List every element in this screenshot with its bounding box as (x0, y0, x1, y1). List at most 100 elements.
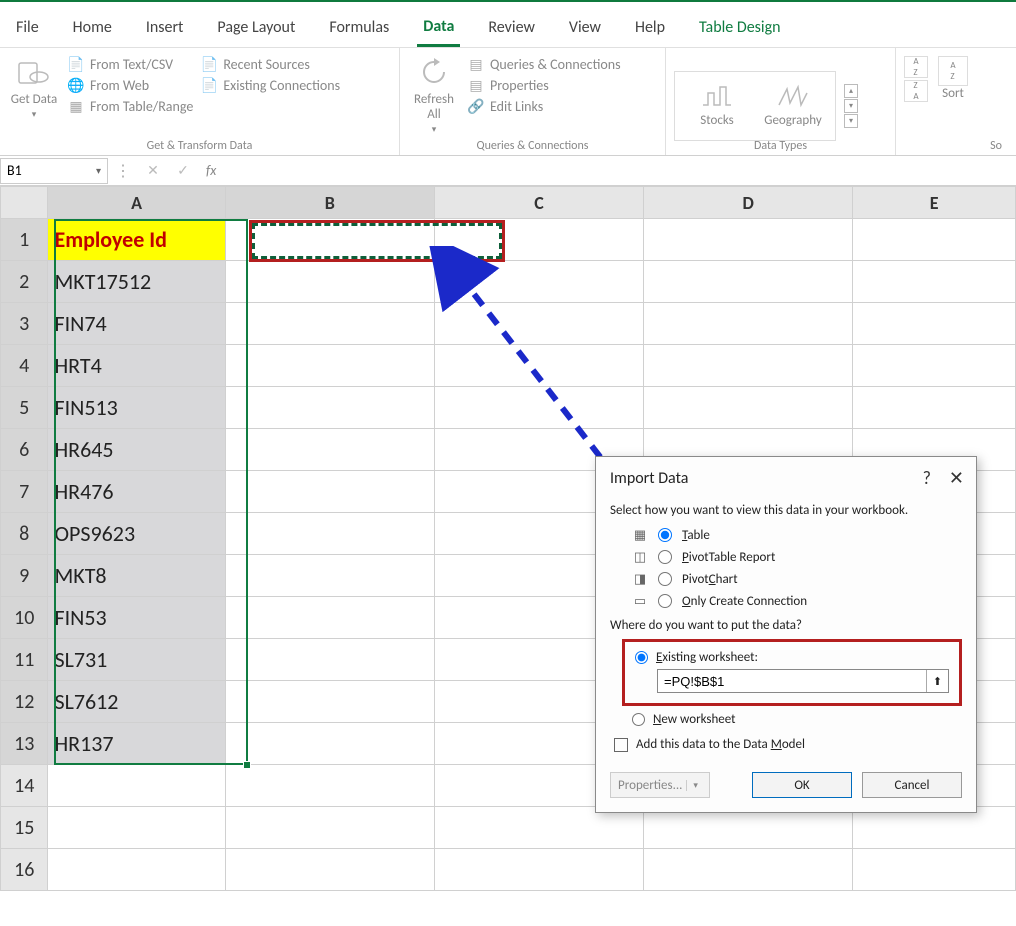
data-types-down[interactable]: ▾ (844, 99, 858, 113)
stocks-icon (700, 83, 734, 109)
radio-pivotchart[interactable] (658, 572, 672, 586)
properties-dialog-button[interactable]: Properties...▾ (610, 772, 710, 798)
radio-pivottable[interactable] (658, 550, 672, 564)
cell-B2[interactable] (225, 261, 434, 303)
cell-A4[interactable]: HRT4 (48, 345, 225, 387)
name-box-resize[interactable]: ⋮ (108, 161, 138, 181)
fx-label[interactable]: fx (198, 162, 224, 179)
cell-A8[interactable]: OPS9623 (48, 513, 225, 555)
collapse-dialog-button[interactable]: ⬆ (926, 670, 948, 692)
data-type-geography[interactable]: Geography (755, 74, 831, 138)
row-header-10[interactable]: 10 (1, 597, 48, 639)
row-header-9[interactable]: 9 (1, 555, 48, 597)
cell-A6[interactable]: HR645 (48, 429, 225, 471)
select-all-corner[interactable] (1, 187, 48, 219)
data-types-up[interactable]: ▴ (844, 84, 858, 98)
sort-asc-button[interactable]: AZ (904, 56, 928, 78)
radio-only-connection[interactable] (658, 594, 672, 608)
tab-table-design[interactable]: Table Design (693, 10, 787, 45)
existing-connections-button[interactable]: 📄Existing Connections (201, 77, 340, 94)
cell-A1[interactable]: Employee Id (48, 219, 225, 261)
sort-button[interactable]: AZ Sort (938, 56, 968, 101)
cell-E1[interactable] (853, 219, 1016, 261)
row-header-5[interactable]: 5 (1, 387, 48, 429)
row-header-14[interactable]: 14 (1, 765, 48, 807)
cell-A15[interactable] (48, 807, 225, 849)
label-only-connection: Only Create Connection (682, 594, 807, 609)
row-header-7[interactable]: 7 (1, 471, 48, 513)
enter-formula-button[interactable]: ✓ (168, 158, 198, 184)
tab-view[interactable]: View (563, 10, 607, 45)
row-header-16[interactable]: 16 (1, 849, 48, 891)
radio-table[interactable] (658, 528, 672, 542)
col-header-C[interactable]: C (434, 187, 643, 219)
cell-A11[interactable]: SL731 (48, 639, 225, 681)
label-existing-worksheet: Existing worksheet: (656, 650, 758, 665)
properties-button[interactable]: ▤Properties (468, 77, 621, 94)
row-header-1[interactable]: 1 (1, 219, 48, 261)
refresh-all-button[interactable]: Refresh All ▾ (408, 56, 460, 135)
tab-page-layout[interactable]: Page Layout (211, 10, 301, 45)
reference-input[interactable] (658, 670, 926, 692)
ok-button[interactable]: OK (752, 772, 852, 798)
from-text-csv-button[interactable]: 📄From Text/CSV (68, 56, 193, 73)
cell-D1[interactable] (644, 219, 853, 261)
row-header-8[interactable]: 8 (1, 513, 48, 555)
data-type-stocks[interactable]: Stocks (679, 74, 755, 138)
tab-help[interactable]: Help (629, 10, 671, 45)
recent-sources-button[interactable]: 📄Recent Sources (201, 56, 340, 73)
from-web-button[interactable]: 🌐From Web (68, 77, 193, 94)
dialog-close-button[interactable]: ✕ (949, 467, 964, 489)
row-header-13[interactable]: 13 (1, 723, 48, 765)
cell-A3[interactable]: FIN74 (48, 303, 225, 345)
data-types-more[interactable]: ▾ (844, 114, 858, 128)
col-header-A[interactable]: A (48, 187, 225, 219)
label-pivottable: PivotTable Report (682, 550, 775, 565)
edit-links-button[interactable]: 🔗Edit Links (468, 98, 621, 115)
get-data-button[interactable]: Get Data ▾ (8, 56, 60, 120)
cell-A5[interactable]: FIN513 (48, 387, 225, 429)
cancel-button[interactable]: Cancel (862, 772, 962, 798)
row-header-2[interactable]: 2 (1, 261, 48, 303)
cell-A10[interactable]: FIN53 (48, 597, 225, 639)
radio-new-worksheet[interactable] (632, 713, 645, 726)
row-header-6[interactable]: 6 (1, 429, 48, 471)
group-label-get-transform: Get & Transform Data (0, 137, 399, 155)
row-header-11[interactable]: 11 (1, 639, 48, 681)
cell-A14[interactable] (48, 765, 225, 807)
col-header-D[interactable]: D (644, 187, 853, 219)
existing-worksheet-highlight: Existing worksheet: ⬆ (622, 639, 962, 706)
name-box-dropdown-icon[interactable]: ▾ (96, 164, 101, 177)
sort-icon: AZ (938, 56, 968, 86)
cell-A16[interactable] (48, 849, 225, 891)
tab-insert[interactable]: Insert (140, 10, 190, 45)
queries-connections-button[interactable]: ▤Queries & Connections (468, 56, 621, 73)
cell-A2[interactable]: MKT17512 (48, 261, 225, 303)
tab-data[interactable]: Data (417, 9, 460, 47)
sort-desc-button[interactable]: ZA (904, 80, 928, 102)
tab-home[interactable]: Home (67, 10, 118, 45)
col-header-E[interactable]: E (853, 187, 1016, 219)
cell-A7[interactable]: HR476 (48, 471, 225, 513)
row-header-3[interactable]: 3 (1, 303, 48, 345)
fill-handle[interactable] (243, 761, 251, 769)
row-header-15[interactable]: 15 (1, 807, 48, 849)
from-table-range-button[interactable]: ▦From Table/Range (68, 98, 193, 115)
col-header-B[interactable]: B (225, 187, 434, 219)
tab-formulas[interactable]: Formulas (323, 10, 395, 45)
row-header-12[interactable]: 12 (1, 681, 48, 723)
tab-file[interactable]: File (10, 10, 45, 45)
web-icon: 🌐 (68, 78, 84, 94)
cell-A13[interactable]: HR137 (48, 723, 225, 765)
name-box[interactable]: B1 ▾ (0, 158, 108, 184)
row-header-4[interactable]: 4 (1, 345, 48, 387)
dialog-help-button[interactable]: ? (923, 467, 931, 489)
group-label-queries: Queries & Connections (400, 137, 665, 155)
cell-A9[interactable]: MKT8 (48, 555, 225, 597)
cell-A12[interactable]: SL7612 (48, 681, 225, 723)
checkbox-data-model[interactable] (614, 738, 628, 752)
formula-bar[interactable] (224, 158, 1016, 184)
radio-existing-worksheet[interactable] (635, 651, 648, 664)
cancel-formula-button[interactable]: ✕ (138, 158, 168, 184)
tab-review[interactable]: Review (482, 10, 541, 45)
